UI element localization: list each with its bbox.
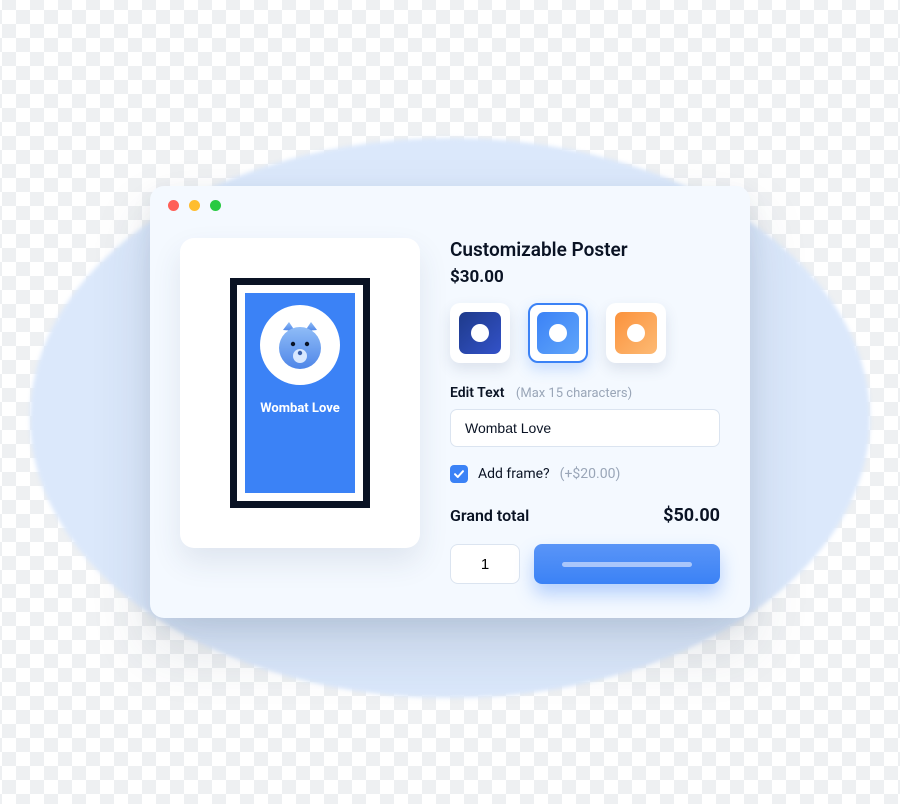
app-window: Wombat Love Customizable Poster $30.00 xyxy=(150,186,750,618)
product-price: $30.00 xyxy=(450,267,720,287)
quantity-input[interactable] xyxy=(450,544,520,584)
product-title: Customizable Poster xyxy=(450,238,720,261)
cta-placeholder-icon xyxy=(562,562,692,567)
swatch-fill xyxy=(615,312,657,354)
edit-text-input[interactable] xyxy=(450,409,720,447)
wombat-icon xyxy=(271,316,329,374)
swatch-dot-icon xyxy=(549,324,567,342)
edit-text-label-text: Edit Text xyxy=(450,385,504,401)
add-to-cart-button[interactable] xyxy=(534,544,720,584)
color-swatch-blue[interactable] xyxy=(528,303,588,363)
addon-price: (+$20.00) xyxy=(560,466,621,482)
window-titlebar xyxy=(150,186,750,224)
poster-avatar-circle xyxy=(260,305,340,385)
grand-total-amount: $50.00 xyxy=(663,505,720,526)
edit-text-hint: (Max 15 characters) xyxy=(516,386,632,401)
zoom-window-icon[interactable] xyxy=(210,200,221,211)
color-swatch-orange[interactable] xyxy=(606,303,666,363)
poster-frame: Wombat Love xyxy=(230,278,370,508)
swatch-fill xyxy=(459,312,501,354)
addon-label: Add frame? xyxy=(478,466,550,482)
grand-total-label: Grand total xyxy=(450,506,529,525)
content-area: Wombat Love Customizable Poster $30.00 xyxy=(150,224,750,618)
poster-artwork: Wombat Love xyxy=(245,293,355,493)
addon-row: Add frame? (+$20.00) xyxy=(450,465,720,483)
swatch-dot-icon xyxy=(627,324,645,342)
grand-total-row: Grand total $50.00 xyxy=(450,505,720,526)
product-preview-card: Wombat Love xyxy=(180,238,420,548)
edit-text-label: Edit Text (Max 15 characters) xyxy=(450,385,720,401)
product-controls: Customizable Poster $30.00 Edit Text (Ma… xyxy=(450,238,720,584)
swatch-dot-icon xyxy=(471,324,489,342)
swatch-fill xyxy=(537,312,579,354)
add-frame-checkbox[interactable] xyxy=(450,465,468,483)
check-icon xyxy=(453,468,465,480)
color-swatch-navy[interactable] xyxy=(450,303,510,363)
color-swatch-group xyxy=(450,303,720,363)
minimize-window-icon[interactable] xyxy=(189,200,200,211)
action-row xyxy=(450,544,720,584)
close-window-icon[interactable] xyxy=(168,200,179,211)
poster-caption: Wombat Love xyxy=(260,401,339,417)
